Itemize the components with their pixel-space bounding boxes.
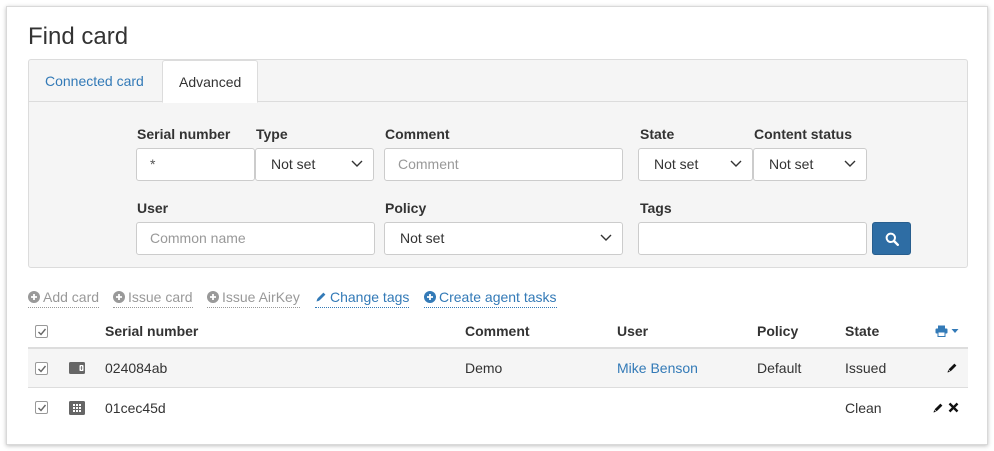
type-label: Type: [256, 126, 288, 142]
column-header-user[interactable]: User: [617, 315, 648, 347]
pencil-icon: [947, 363, 957, 373]
edit-button[interactable]: [946, 349, 958, 387]
pencil-icon: [933, 403, 943, 412]
issue-airkey-label: Issue AirKey: [222, 289, 300, 305]
row-policy: Default: [757, 360, 802, 376]
checkbox-icon: [35, 401, 48, 414]
policy-label: Policy: [385, 200, 427, 216]
row-checkbox[interactable]: [35, 388, 48, 427]
comment-label: Comment: [385, 126, 450, 142]
card-chip-icon: [69, 349, 85, 387]
row-state: Issued: [845, 360, 887, 376]
change-tags-label: Change tags: [330, 289, 410, 305]
pencil-icon: [315, 290, 327, 306]
chevron-down-icon: [351, 158, 363, 168]
content-status-select[interactable]: Not set: [753, 148, 867, 181]
print-dropdown-button[interactable]: [935, 315, 959, 347]
column-header-state[interactable]: State: [845, 315, 879, 347]
comment-input[interactable]: Comment: [384, 148, 623, 181]
issue-card-label: Issue card: [128, 289, 193, 305]
column-header-serial-number[interactable]: Serial number: [105, 315, 198, 347]
serial-number-label: Serial number: [137, 126, 231, 142]
tab-advanced[interactable]: Advanced: [162, 60, 259, 103]
tab-bar: Connected card Advanced: [29, 60, 967, 103]
select-all-checkbox[interactable]: [35, 315, 48, 347]
edit-button[interactable]: [932, 388, 944, 427]
row-state: Clean: [845, 399, 882, 416]
printer-icon: [935, 325, 948, 337]
search-icon: [885, 232, 899, 246]
plus-circle-icon: [113, 290, 125, 306]
state-select[interactable]: Not set: [638, 148, 753, 181]
caret-down-icon: [951, 329, 959, 333]
plus-circle-icon: [424, 290, 436, 306]
chevron-down-icon: [730, 158, 742, 168]
type-select[interactable]: Not set: [255, 148, 374, 181]
tags-input[interactable]: [638, 222, 867, 255]
row-serial: 01cec45d: [105, 399, 166, 416]
chevron-down-icon: [844, 158, 856, 168]
delete-button[interactable]: [948, 388, 959, 427]
plus-circle-icon: [28, 290, 40, 306]
issue-card-button[interactable]: Issue card: [113, 289, 193, 308]
create-agent-tasks-button[interactable]: Create agent tasks: [424, 289, 557, 308]
issue-airkey-button[interactable]: Issue AirKey: [207, 289, 300, 308]
column-header-comment[interactable]: Comment: [465, 315, 530, 347]
checkbox-icon: [35, 324, 48, 338]
state-select-value: Not set: [654, 156, 699, 172]
policy-select-value: Not set: [400, 230, 445, 246]
row-checkbox[interactable]: [35, 349, 48, 387]
checkbox-icon: [35, 361, 48, 375]
state-label: State: [640, 126, 675, 142]
add-card-button[interactable]: Add card: [28, 289, 100, 308]
row-user-link[interactable]: Mike Benson: [617, 349, 698, 387]
user-label: User: [137, 200, 169, 216]
add-card-label: Add card: [43, 289, 100, 305]
table-header-row: Serial number Comment User Policy State: [28, 315, 968, 349]
content-status-label: Content status: [754, 126, 852, 142]
search-button[interactable]: [872, 222, 911, 255]
serial-number-input[interactable]: *: [136, 148, 255, 181]
keypad-card-icon: [69, 388, 85, 427]
create-agent-tasks-label: Create agent tasks: [439, 289, 557, 305]
policy-select[interactable]: Not set: [384, 222, 623, 255]
user-input[interactable]: Common name: [136, 222, 375, 255]
find-card-window: Find card Connected card Advanced Serial…: [6, 6, 988, 445]
chevron-down-icon: [600, 232, 612, 242]
row-serial: 024084ab: [105, 360, 168, 376]
plus-circle-icon: [207, 290, 219, 306]
column-header-policy[interactable]: Policy: [757, 315, 798, 347]
page-title: Find card: [28, 23, 129, 50]
tags-label: Tags: [640, 200, 672, 216]
search-panel: Connected card Advanced Serial number Ty…: [28, 59, 968, 268]
table-row[interactable]: 024084ab Demo Mike Benson Default Issued: [28, 349, 968, 388]
row-comment: Demo: [465, 360, 503, 376]
content-status-select-value: Not set: [769, 156, 814, 172]
tab-connected-card[interactable]: Connected card: [29, 60, 160, 102]
type-select-value: Not set: [271, 156, 316, 172]
close-icon: [948, 402, 959, 413]
table-row[interactable]: 01cec45d Clean: [28, 388, 968, 427]
change-tags-button[interactable]: Change tags: [315, 289, 410, 308]
